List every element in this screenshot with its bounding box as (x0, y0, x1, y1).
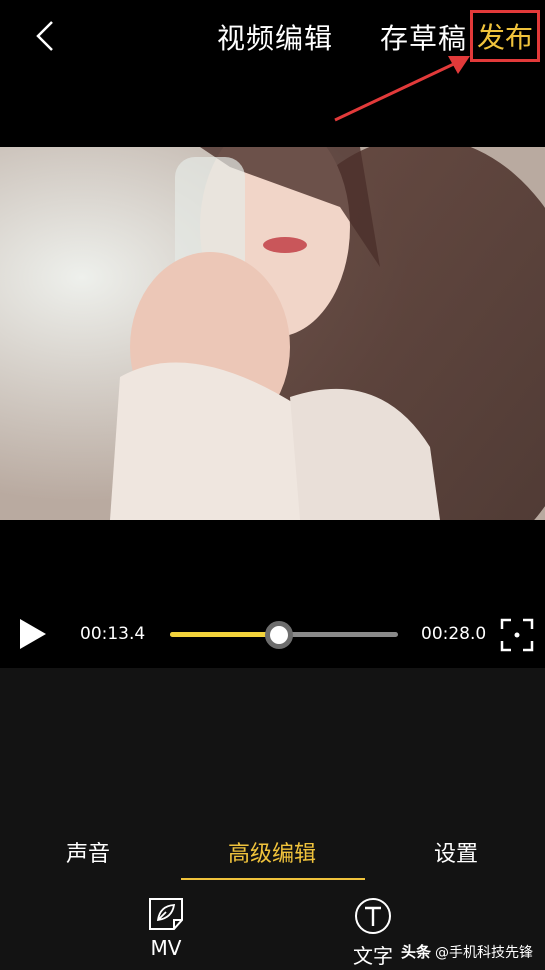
play-icon[interactable] (18, 618, 48, 650)
progress-thumb[interactable] (265, 621, 294, 649)
video-frame-image (0, 147, 545, 520)
total-time: 00:28.0 (421, 624, 487, 644)
page-title: 视频编辑 (217, 22, 334, 55)
watermark-brand: 头条 (401, 943, 432, 961)
back-chevron-icon[interactable] (30, 18, 62, 54)
tool-mv-label: MV (150, 936, 182, 960)
fullscreen-icon[interactable] (500, 618, 534, 652)
active-tab-indicator (181, 878, 365, 880)
progress-fill (170, 632, 280, 637)
mv-icon (149, 898, 183, 930)
progress-slider[interactable] (170, 621, 398, 649)
tab-advanced-edit[interactable]: 高级编辑 (228, 836, 316, 868)
watermark-handle: @手机科技先锋 (435, 945, 534, 961)
watermark: 头条 @手机科技先锋 (401, 941, 533, 962)
edit-panel: 声音 高级编辑 设置 MV 文字 (0, 668, 545, 970)
player-controls: 00:13.4 00:28.0 (0, 600, 545, 668)
publish-button-label: 发布 (476, 21, 533, 54)
annotation-arrow (334, 56, 470, 122)
publish-button[interactable]: 发布 (470, 10, 540, 62)
tool-text-label: 文字 (353, 944, 393, 968)
tool-text[interactable]: 文字 (338, 896, 408, 969)
video-preview[interactable] (0, 147, 545, 520)
text-icon (355, 898, 391, 934)
tab-sound[interactable]: 声音 (66, 836, 110, 868)
tool-mv[interactable]: MV (131, 896, 201, 960)
tab-settings[interactable]: 设置 (434, 836, 478, 868)
current-time: 00:13.4 (80, 624, 146, 644)
